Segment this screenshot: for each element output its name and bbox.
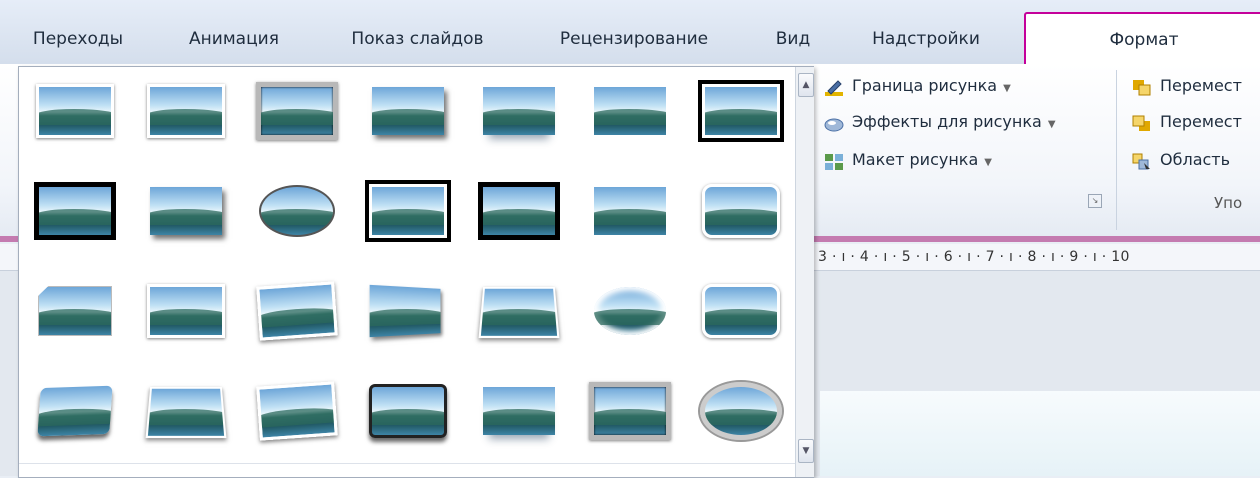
ruler-scale: 3 · ı · 4 · ı · 5 · ı · 6 · ı · 7 · ı · …: [818, 249, 1130, 265]
picture-style-option[interactable]: [699, 181, 783, 241]
picture-thumbnail: [36, 84, 114, 138]
picture-style-option[interactable]: [366, 281, 450, 341]
picture-thumbnail: [369, 384, 447, 438]
picture-thumbnail: [594, 287, 666, 335]
picture-style-option[interactable]: [366, 81, 450, 141]
picture-thumbnail: [34, 182, 116, 240]
picture-style-option[interactable]: [699, 281, 783, 341]
picture-style-option[interactable]: [33, 281, 117, 341]
picture-thumbnail: [256, 281, 338, 341]
picture-style-option[interactable]: [365, 180, 451, 242]
picture-style-option[interactable]: [477, 81, 561, 141]
gallery-scrollbar[interactable]: ▲ ▼: [795, 67, 814, 477]
picture-style-option[interactable]: [477, 181, 561, 241]
layout-icon: [824, 152, 844, 170]
picture-style-option[interactable]: [144, 281, 228, 341]
gallery-footer-divider: [19, 463, 795, 464]
picture-border-label: Граница рисунка: [852, 76, 998, 95]
picture-style-option[interactable]: [588, 381, 672, 441]
tab-review[interactable]: Рецензирование: [545, 20, 723, 58]
picture-style-option[interactable]: [698, 80, 784, 142]
tab-transitions[interactable]: Переходы: [28, 20, 128, 58]
picture-style-option[interactable]: [33, 181, 117, 241]
dropdown-arrow-icon: ▼: [1047, 119, 1056, 130]
picture-thumbnail: [259, 185, 335, 237]
picture-thumbnail: [702, 184, 780, 238]
picture-effects-label: Эффекты для рисунка: [852, 112, 1042, 131]
picture-thumbnail: [150, 187, 222, 235]
picture-style-option[interactable]: [588, 281, 672, 341]
bring-forward-icon: [1132, 78, 1152, 96]
picture-styles-gallery: ▲ ▼: [18, 66, 814, 478]
picture-style-option[interactable]: [144, 181, 228, 241]
picture-thumbnail: [589, 382, 671, 440]
picture-thumbnail: [147, 284, 225, 338]
picture-thumbnail: [698, 380, 784, 442]
send-backward-icon: [1132, 114, 1152, 132]
picture-thumbnail: [594, 187, 666, 235]
picture-style-option[interactable]: [698, 380, 784, 442]
scroll-down-icon[interactable]: ▼: [798, 439, 814, 463]
picture-style-option[interactable]: [255, 281, 339, 341]
tab-animation[interactable]: Анимация: [178, 20, 290, 58]
picture-style-option[interactable]: [255, 81, 339, 141]
bring-forward-button[interactable]: Перемест: [1132, 72, 1242, 100]
bring-forward-label: Перемест: [1160, 76, 1242, 95]
selection-pane-button[interactable]: Область: [1132, 146, 1230, 174]
picture-style-option[interactable]: [255, 381, 339, 441]
picture-style-option[interactable]: [366, 381, 450, 441]
tab-view[interactable]: Вид: [770, 20, 816, 58]
picture-effects-button[interactable]: Эффекты для рисунка ▼: [824, 108, 1056, 136]
picture-thumbnail: [145, 387, 227, 439]
picture-style-option[interactable]: [588, 81, 672, 141]
picture-layout-button[interactable]: Макет рисунка ▼: [824, 146, 992, 174]
picture-style-option[interactable]: [588, 181, 672, 241]
slide-page: [820, 391, 1260, 476]
tab-slideshow[interactable]: Показ слайдов: [340, 20, 495, 58]
picture-thumbnail: [478, 182, 560, 240]
picture-thumbnail: [478, 287, 560, 339]
picture-thumbnail: [369, 284, 441, 338]
picture-style-option[interactable]: [144, 381, 228, 441]
send-backward-label: Перемест: [1160, 112, 1242, 131]
picture-thumbnail: [147, 84, 225, 138]
picture-style-option[interactable]: [33, 81, 117, 141]
selection-pane-label: Область: [1160, 150, 1231, 169]
picture-style-option[interactable]: [33, 381, 117, 441]
send-backward-button[interactable]: Перемест: [1132, 108, 1242, 136]
picture-style-option[interactable]: [477, 281, 561, 341]
group-separator: [1116, 70, 1117, 230]
picture-thumbnail: [256, 381, 338, 441]
picture-thumbnail: [483, 387, 555, 435]
picture-thumbnail: [594, 87, 666, 135]
tab-format[interactable]: Формат: [1024, 12, 1260, 66]
pen-border-icon: [824, 78, 844, 96]
picture-style-option[interactable]: [477, 381, 561, 441]
picture-style-option[interactable]: [255, 181, 339, 241]
picture-thumbnail: [37, 385, 113, 437]
picture-thumbnail: [702, 284, 780, 338]
tab-addins[interactable]: Надстройки: [862, 20, 990, 58]
arrange-group-label: Упо: [1214, 194, 1243, 212]
picture-thumbnail: [483, 87, 555, 135]
picture-thumbnail: [698, 80, 784, 142]
dropdown-arrow-icon: ▼: [984, 157, 992, 168]
picture-thumbnail: [38, 286, 112, 336]
picture-layout-label: Макет рисунка: [852, 150, 979, 169]
dropdown-arrow-icon: ▼: [1003, 83, 1011, 94]
picture-border-button[interactable]: Граница рисунка ▼: [824, 72, 1011, 100]
picture-style-option[interactable]: [144, 81, 228, 141]
picture-thumbnail: [256, 82, 338, 140]
picture-thumbnail: [365, 180, 451, 242]
ribbon-tab-bar: Переходы Анимация Показ слайдов Рецензир…: [0, 0, 1260, 66]
effects-icon: [824, 114, 844, 132]
picture-thumbnail: [372, 87, 444, 135]
selection-pane-icon: [1132, 152, 1152, 170]
scroll-up-icon[interactable]: ▲: [798, 73, 814, 97]
dialog-launcher-icon[interactable]: ↘: [1088, 194, 1102, 208]
